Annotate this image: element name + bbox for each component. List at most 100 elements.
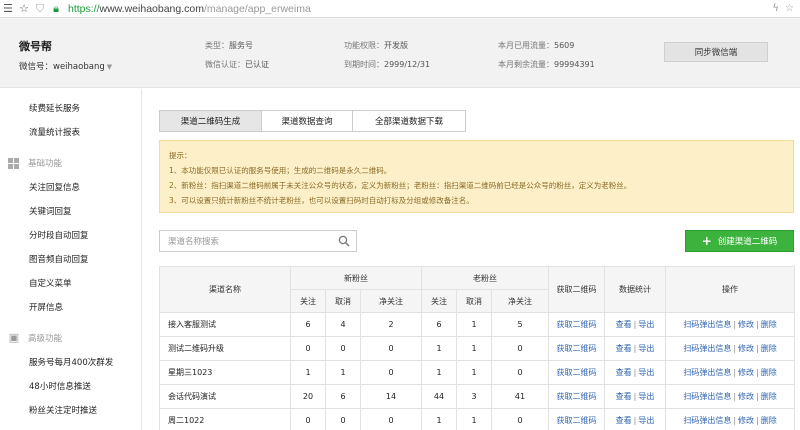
search-icon[interactable]	[338, 235, 350, 247]
view-stats-link[interactable]: 查看	[616, 344, 632, 353]
sidebar-group-title: 基础功能	[28, 159, 63, 169]
table-row: 会话代码演试 20 6 14 44 3 41 获取二维码 查看 | 导出 扫码弹出信息 | 修改 | 删除	[159, 384, 796, 409]
separator: |	[633, 392, 637, 401]
col-header-cancel: 取消	[456, 289, 493, 313]
row-get-qr-cell: 获取二维码	[548, 384, 606, 409]
sidebar-item-mass-send[interactable]: 服务号每月400次群发	[29, 356, 113, 368]
separator: |	[756, 416, 759, 425]
row-count-cell: 0	[359, 336, 423, 361]
row-count-cell: 3	[456, 384, 493, 409]
separator: |	[733, 392, 737, 401]
edit-link[interactable]: 修改	[738, 368, 754, 377]
row-count-cell: 0	[359, 408, 423, 430]
row-get-qr-cell: 获取二维码	[548, 360, 606, 385]
sidebar-item-time-reply[interactable]: 分时段自动回复	[29, 229, 89, 241]
row-count-cell: 0	[325, 336, 361, 361]
export-link[interactable]: 导出	[638, 392, 654, 401]
sidebar-item-media-reply[interactable]: 图音频自动回复	[29, 253, 89, 265]
favorite-icon[interactable]: ☆	[785, 3, 794, 14]
separator: |	[633, 416, 637, 425]
sync-wechat-button[interactable]: 同步微信端	[664, 42, 768, 62]
get-qr-link[interactable]: 获取二维码	[557, 320, 597, 329]
delete-link[interactable]: 删除	[761, 416, 777, 425]
separator: |	[733, 368, 737, 377]
row-stats-cell: 查看 | 导出	[604, 312, 667, 337]
tip-box: 提示： 1、本功能仅限已认证的服务号使用；生成的二维码是永久二维码。 2、新粉丝…	[159, 140, 794, 213]
sidebar-item-traffic-report[interactable]: 流量统计报表	[29, 126, 80, 138]
create-button-label: 创建渠道二维码	[717, 237, 778, 247]
get-qr-link[interactable]: 获取二维码	[557, 368, 597, 377]
row-channel-name: 星期三1023	[159, 360, 291, 385]
sidebar-item-splash-info[interactable]: 开屏信息	[29, 301, 63, 313]
row-count-cell: 6	[325, 384, 361, 409]
view-stats-link[interactable]: 查看	[616, 416, 632, 425]
separator: |	[733, 344, 737, 353]
export-link[interactable]: 导出	[638, 320, 654, 329]
scan-popup-link[interactable]: 扫码弹出信息	[683, 320, 731, 329]
delete-link[interactable]: 删除	[761, 344, 777, 353]
scan-popup-link[interactable]: 扫码弹出信息	[683, 392, 731, 401]
export-link[interactable]: 导出	[638, 368, 654, 377]
url-scheme: https://	[68, 2, 100, 15]
scan-popup-link[interactable]: 扫码弹出信息	[683, 416, 731, 425]
delete-link[interactable]: 删除	[761, 368, 777, 377]
scan-popup-link[interactable]: 扫码弹出信息	[683, 368, 731, 377]
table-row: 接入客服测试 6 4 2 6 1 5 获取二维码 查看 | 导出 扫码弹出信息 | 修改 | 删除	[159, 312, 796, 337]
edit-link[interactable]: 修改	[738, 392, 754, 401]
row-ops-cell: 扫码弹出信息 | 修改 | 删除	[665, 336, 796, 361]
tab-data-query[interactable]: 渠道数据查询	[261, 110, 353, 132]
export-link[interactable]: 导出	[638, 344, 654, 353]
col-header-new-fans: 新粉丝	[289, 266, 423, 290]
sidebar-item-keyword-reply[interactable]: 关键词回复	[29, 205, 72, 217]
star-icon[interactable]: ☆	[16, 2, 32, 15]
scan-popup-link[interactable]: 扫码弹出信息	[683, 344, 731, 353]
channel-search-input[interactable]: 渠道名称搜索	[159, 230, 357, 252]
menu-icon[interactable]: ☰	[0, 2, 16, 15]
row-count-cell: 0	[290, 408, 326, 430]
sidebar-item-custom-menu[interactable]: 自定义菜单	[29, 277, 72, 289]
delete-link[interactable]: 删除	[761, 392, 777, 401]
table-row: 测试二维码升级 0 0 0 1 1 0 获取二维码 查看 | 导出 扫码弹出信息 | 修改 | 删除	[159, 336, 796, 361]
row-count-cell: 2	[359, 312, 423, 337]
separator: |	[756, 344, 759, 353]
edit-link[interactable]: 修改	[738, 344, 754, 353]
sidebar-item-renew[interactable]: 续费延长服务	[29, 102, 80, 114]
edit-link[interactable]: 修改	[738, 320, 754, 329]
account-header: 微号帮 微信号：weihaobang ▼ 类型：服务号 微信认证：已认证 功能权限…	[0, 18, 800, 88]
info-verified: 微信认证：已认证	[205, 60, 269, 69]
row-count-cell: 0	[491, 408, 550, 430]
get-qr-link[interactable]: 获取二维码	[557, 416, 597, 425]
create-channel-qr-button[interactable]: + 创建渠道二维码	[685, 230, 794, 252]
account-selector[interactable]: 微信号：weihaobang ▼	[19, 60, 112, 72]
row-channel-name: 周二1022	[159, 408, 291, 430]
get-qr-link[interactable]: 获取二维码	[557, 344, 597, 353]
tab-qr-generate[interactable]: 渠道二维码生成	[159, 110, 262, 132]
delete-link[interactable]: 删除	[761, 320, 777, 329]
sidebar-item-48h-push[interactable]: 48小时信息推送	[29, 380, 91, 392]
view-stats-link[interactable]: 查看	[616, 320, 632, 329]
get-qr-link[interactable]: 获取二维码	[557, 392, 597, 401]
row-ops-cell: 扫码弹出信息 | 修改 | 删除	[665, 408, 796, 430]
row-count-cell: 6	[290, 312, 326, 337]
tab-data-download[interactable]: 全部渠道数据下载	[352, 110, 466, 132]
row-count-cell: 0	[359, 360, 423, 385]
row-count-cell: 1	[421, 336, 458, 361]
info-expire: 到期时间：2999/12/31	[344, 60, 431, 69]
flash-icon[interactable]: ϟ	[772, 3, 779, 14]
address-url[interactable]: https://www.weihaobang.com/manage/app_er…	[68, 3, 311, 15]
sidebar-item-timed-push[interactable]: 粉丝关注定时推送	[29, 404, 97, 416]
view-stats-link[interactable]: 查看	[616, 368, 632, 377]
view-stats-link[interactable]: 查看	[616, 392, 632, 401]
row-count-cell: 0	[290, 336, 326, 361]
separator: |	[756, 368, 759, 377]
sidebar-item-follow-reply[interactable]: 关注回复信息	[29, 181, 80, 193]
sidebar-group-basic: 基础功能	[8, 157, 62, 169]
row-get-qr-cell: 获取二维码	[548, 408, 606, 430]
tab-bar: 渠道二维码生成 渠道数据查询 全部渠道数据下载	[159, 110, 466, 132]
col-header-stats: 数据统计	[604, 266, 667, 313]
info-permission: 功能权限：开发版	[344, 41, 408, 50]
row-ops-cell: 扫码弹出信息 | 修改 | 删除	[665, 384, 796, 409]
export-link[interactable]: 导出	[638, 416, 654, 425]
row-count-cell: 1	[421, 360, 458, 385]
edit-link[interactable]: 修改	[738, 416, 754, 425]
